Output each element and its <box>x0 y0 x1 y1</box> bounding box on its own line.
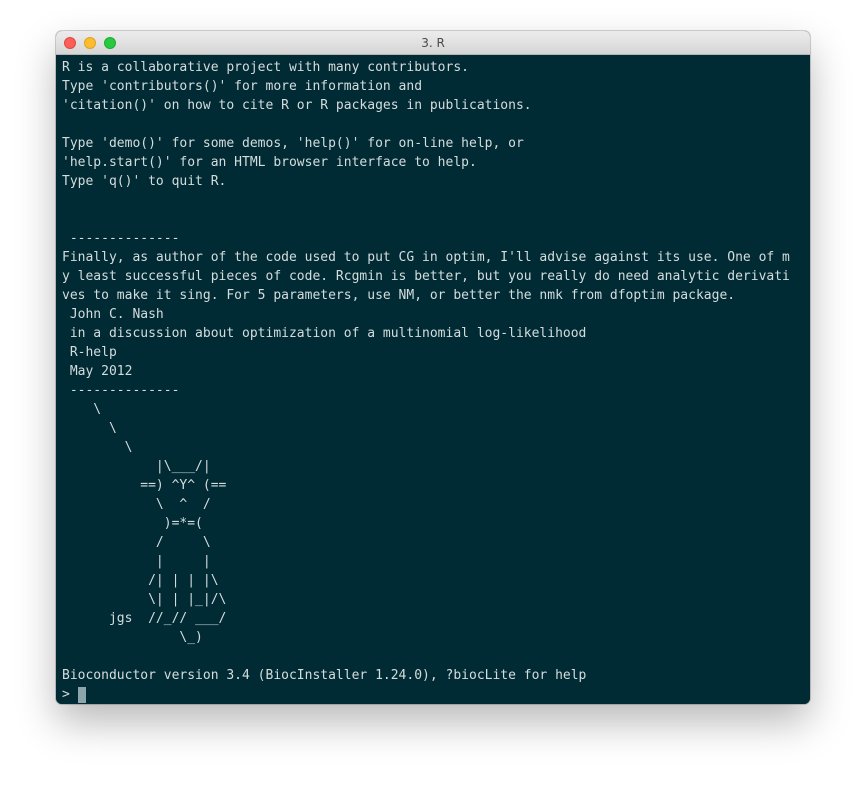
terminal-line: R-help <box>62 345 117 360</box>
terminal-line: Bioconductor version 3.4 (BiocInstaller … <box>62 668 587 683</box>
terminal-line: jgs //_// ___/ <box>62 611 227 626</box>
terminal-line: )=*=( <box>62 516 203 531</box>
terminal-line: Type 'demo()' for some demos, 'help()' f… <box>62 136 524 151</box>
terminal-line: \_) <box>62 630 203 645</box>
terminal-line: Finally, as author of the code used to p… <box>62 250 790 265</box>
prompt-line[interactable]: > <box>62 685 810 704</box>
terminal-line: ==) ^Y^ (== <box>62 478 227 493</box>
terminal-line: -------------- <box>62 383 180 398</box>
prompt-symbol: > <box>62 687 78 702</box>
terminal-line: May 2012 <box>62 364 133 379</box>
terminal-line: \ <box>62 421 117 436</box>
terminal-line: in a discussion about optimization of a … <box>62 326 587 341</box>
title-bar[interactable]: 3. R <box>56 31 810 55</box>
terminal-line: R is a collaborative project with many c… <box>62 60 469 75</box>
window-title: 3. R <box>421 36 445 50</box>
terminal-line: \ <box>62 402 102 417</box>
terminal-line: / \ <box>62 535 211 550</box>
terminal-line: |\___/| <box>62 459 211 474</box>
terminal-line: Type 'q()' to quit R. <box>62 174 227 189</box>
terminal-line: 'citation()' on how to cite R or R packa… <box>62 98 532 113</box>
terminal-line: Type 'contributors()' for more informati… <box>62 79 423 94</box>
terminal-lines: R is a collaborative project with many c… <box>62 58 810 685</box>
terminal-line: \ <box>62 440 133 455</box>
terminal-window: 3. R R is a collaborative project with m… <box>56 31 810 704</box>
terminal-line: \ ^ / <box>62 497 211 512</box>
terminal-output[interactable]: R is a collaborative project with many c… <box>56 55 810 704</box>
text-cursor <box>77 686 86 703</box>
terminal-line: | | <box>62 554 211 569</box>
terminal-line: /| | | |\ <box>62 573 219 588</box>
terminal-line: ves to make it sing. For 5 parameters, u… <box>62 288 736 303</box>
terminal-line: y least successful pieces of code. Rcgmi… <box>62 269 790 284</box>
terminal-line: John C. Nash <box>62 307 164 322</box>
terminal-line: 'help.start()' for an HTML browser inter… <box>62 155 477 170</box>
terminal-line: \| | |_|/\ <box>62 592 227 607</box>
terminal-line: -------------- <box>62 231 180 246</box>
